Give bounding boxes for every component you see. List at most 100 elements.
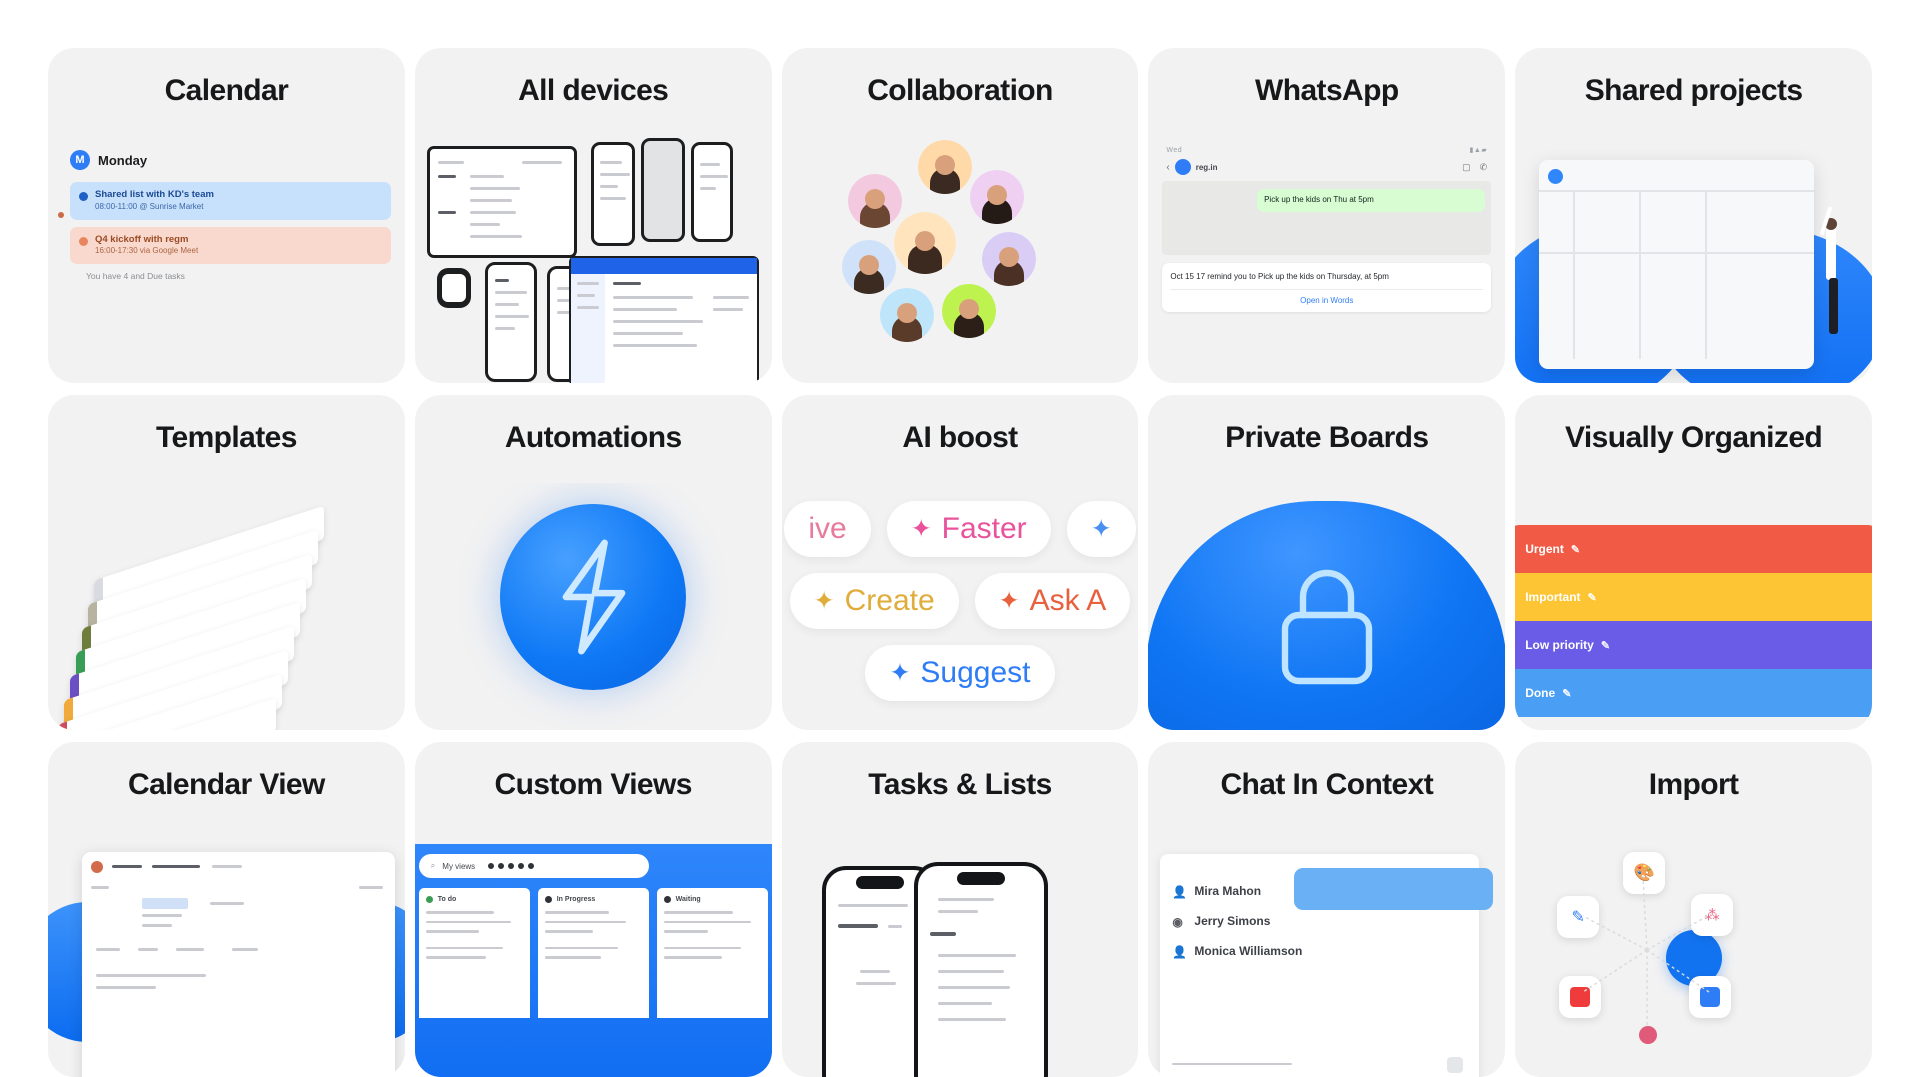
video-call-icon[interactable]: ▢: [1462, 162, 1471, 173]
avatar: [879, 288, 934, 342]
lightning-bolt-icon: [500, 503, 687, 690]
ai-pill[interactable]: ✦ Faster: [886, 501, 1051, 557]
toolbar-dot-icon[interactable]: [508, 863, 515, 869]
label-band-done[interactable]: Done ✎: [1515, 669, 1872, 717]
card-custom-views[interactable]: Custom Views ⌕ My views To do In Progres…: [414, 742, 772, 1077]
contact-avatar: [1174, 159, 1191, 175]
calendar-footer-note: You have 4 and Due tasks: [86, 271, 185, 282]
status-icons-icon: ▮▲▰: [1469, 147, 1488, 154]
card-automations[interactable]: Automations: [414, 395, 772, 730]
card-calendar-view[interactable]: Calendar View: [48, 742, 405, 1077]
label-band-important[interactable]: Important ✎: [1515, 573, 1872, 621]
mention-item[interactable]: 👤 Monica Williamson: [1172, 944, 1467, 959]
chat-header[interactable]: ‹ reg.in ▢ ✆: [1162, 156, 1491, 181]
phone-statusbar: Wed ▮▲▰: [1162, 144, 1491, 156]
card-title-whatsapp: WhatsApp: [1255, 74, 1399, 107]
pencil-icon[interactable]: ✎: [1601, 639, 1610, 652]
phone-mockup: [690, 142, 733, 242]
card-all-devices[interactable]: All devices: [414, 48, 772, 383]
ai-pill-label: Create: [844, 584, 935, 617]
card-title-import: Import: [1648, 768, 1739, 801]
band-label: Urgent: [1525, 542, 1564, 556]
phone-mockup: [484, 262, 537, 382]
card-title-shared-projects: Shared projects: [1584, 74, 1803, 107]
board-toolbar[interactable]: ⌕ My views: [418, 854, 649, 878]
toolbar-dot-icon[interactable]: [528, 863, 535, 869]
timeline-marker-icon: [58, 212, 64, 218]
pencil-icon[interactable]: ✎: [1588, 591, 1597, 604]
chat-in-context-illustration: 👤 Mira Mahon ◉ Jerry Simons 👤 Monica Wil…: [1148, 830, 1505, 1077]
person-name: Jerry Simons: [1194, 914, 1271, 928]
ai-pill[interactable]: ive: [784, 501, 871, 557]
ai-pill-label: Ask A: [1029, 584, 1107, 617]
ai-pill[interactable]: ✦ Create: [789, 573, 959, 629]
ai-pill[interactable]: ✦ Suggest: [865, 645, 1055, 701]
column-status-icon: [544, 896, 552, 903]
reminder-text: Oct 15 17 remind you to Pick up the kids…: [1170, 272, 1389, 281]
calendar-view-illustration: [48, 830, 405, 1077]
band-label: Low priority: [1525, 638, 1594, 652]
calendar-event[interactable]: Shared list with KD's team 08:00-11:00 @…: [70, 182, 391, 220]
collaboration-illustration: [782, 136, 1139, 383]
mention-item[interactable]: ◉ Jerry Simons: [1172, 914, 1467, 929]
card-shared-projects[interactable]: Shared projects: [1515, 48, 1872, 383]
person-icon: 👤: [1172, 884, 1188, 899]
ai-pill[interactable]: ✦ Ask A: [974, 573, 1131, 629]
ai-pill-label: ive: [808, 512, 847, 545]
automations-illustration: [415, 483, 772, 730]
event-subtitle: 16:00-17:30 via Google Meet: [95, 246, 199, 256]
calendar-event[interactable]: Q4 kickoff with regm 16:00-17:30 via Goo…: [70, 226, 391, 265]
column-title: Waiting: [675, 896, 701, 903]
back-chevron-icon[interactable]: ‹: [1166, 162, 1169, 173]
card-ai-boost[interactable]: AI boost ive ✦ Faster ✦ ✦ Create ✦ Ask A…: [781, 395, 1139, 730]
card-visually-organized[interactable]: Visually Organized Urgent ✎ Important ✎ …: [1515, 395, 1872, 730]
card-whatsapp[interactable]: WhatsApp Wed ▮▲▰ ‹ reg.in ▢ ✆ Pick up th…: [1148, 48, 1506, 383]
private-boards-illustration: [1148, 483, 1506, 730]
outgoing-message-bubble: Pick up the kids on Thu at 5pm: [1257, 189, 1486, 212]
tablet-mockup: [426, 146, 577, 258]
send-button[interactable]: [1447, 1057, 1464, 1073]
sparkle-icon: ✦: [813, 586, 835, 615]
reminder-card[interactable]: Oct 15 17 remind you to Pick up the kids…: [1162, 263, 1492, 313]
board-toolbar-label: My views: [442, 861, 476, 871]
voice-call-icon[interactable]: ✆: [1480, 162, 1488, 173]
card-title-tasks-lists: Tasks & Lists: [868, 768, 1052, 801]
phone-mockup-right: [913, 862, 1048, 1077]
card-title-all-devices: All devices: [518, 74, 669, 107]
card-chat-in-context[interactable]: Chat In Context 👤 Mira Mahon ◉ Jerry Sim…: [1148, 742, 1506, 1077]
event-dot-icon: [79, 192, 88, 201]
ai-pill-label: Suggest: [920, 656, 1031, 689]
pencil-icon[interactable]: ✎: [1562, 687, 1571, 700]
card-private-boards[interactable]: Private Boards: [1148, 395, 1506, 730]
sparkle-icon: ✦: [1090, 514, 1112, 543]
feature-card-grid: Calendar M Monday Shared list with KD's …: [0, 0, 1920, 1077]
card-title-custom-views: Custom Views: [494, 768, 693, 801]
card-tasks-lists[interactable]: Tasks & Lists: [781, 742, 1139, 1077]
search-icon[interactable]: ⌕: [431, 861, 435, 871]
label-band-low-priority[interactable]: Low priority ✎: [1515, 621, 1872, 669]
band-label: Important: [1525, 590, 1581, 604]
card-templates[interactable]: Templates: [48, 395, 405, 730]
desktop-sidebar: [570, 274, 605, 383]
toolbar-dot-icon[interactable]: [498, 863, 505, 869]
sparkle-icon: ✦: [910, 514, 932, 543]
card-title-calendar-view: Calendar View: [128, 768, 325, 801]
open-in-app-link[interactable]: Open in Words: [1170, 288, 1484, 307]
label-band-urgent[interactable]: Urgent ✎: [1515, 525, 1872, 573]
column-title: To do: [437, 896, 457, 903]
card-import[interactable]: Import 🎨 ✎ ⁂: [1515, 742, 1872, 1077]
pencil-icon[interactable]: ✎: [1571, 543, 1580, 556]
toolbar-dot-icon[interactable]: [488, 863, 495, 869]
ai-pill-label: Faster: [941, 512, 1027, 545]
ai-pill[interactable]: ✦: [1066, 501, 1136, 557]
board-column: To do: [418, 888, 530, 1018]
avatar-center: [893, 212, 956, 274]
status-time: Wed: [1166, 146, 1183, 154]
card-calendar[interactable]: Calendar M Monday Shared list with KD's …: [48, 48, 405, 383]
column-status-icon: [663, 896, 671, 903]
tasks-lists-illustration: [782, 830, 1139, 1077]
person-name: Monica Williamson: [1194, 944, 1303, 958]
card-collaboration[interactable]: Collaboration: [781, 48, 1139, 383]
person-torso: [1825, 228, 1836, 280]
toolbar-dot-icon[interactable]: [518, 863, 525, 869]
